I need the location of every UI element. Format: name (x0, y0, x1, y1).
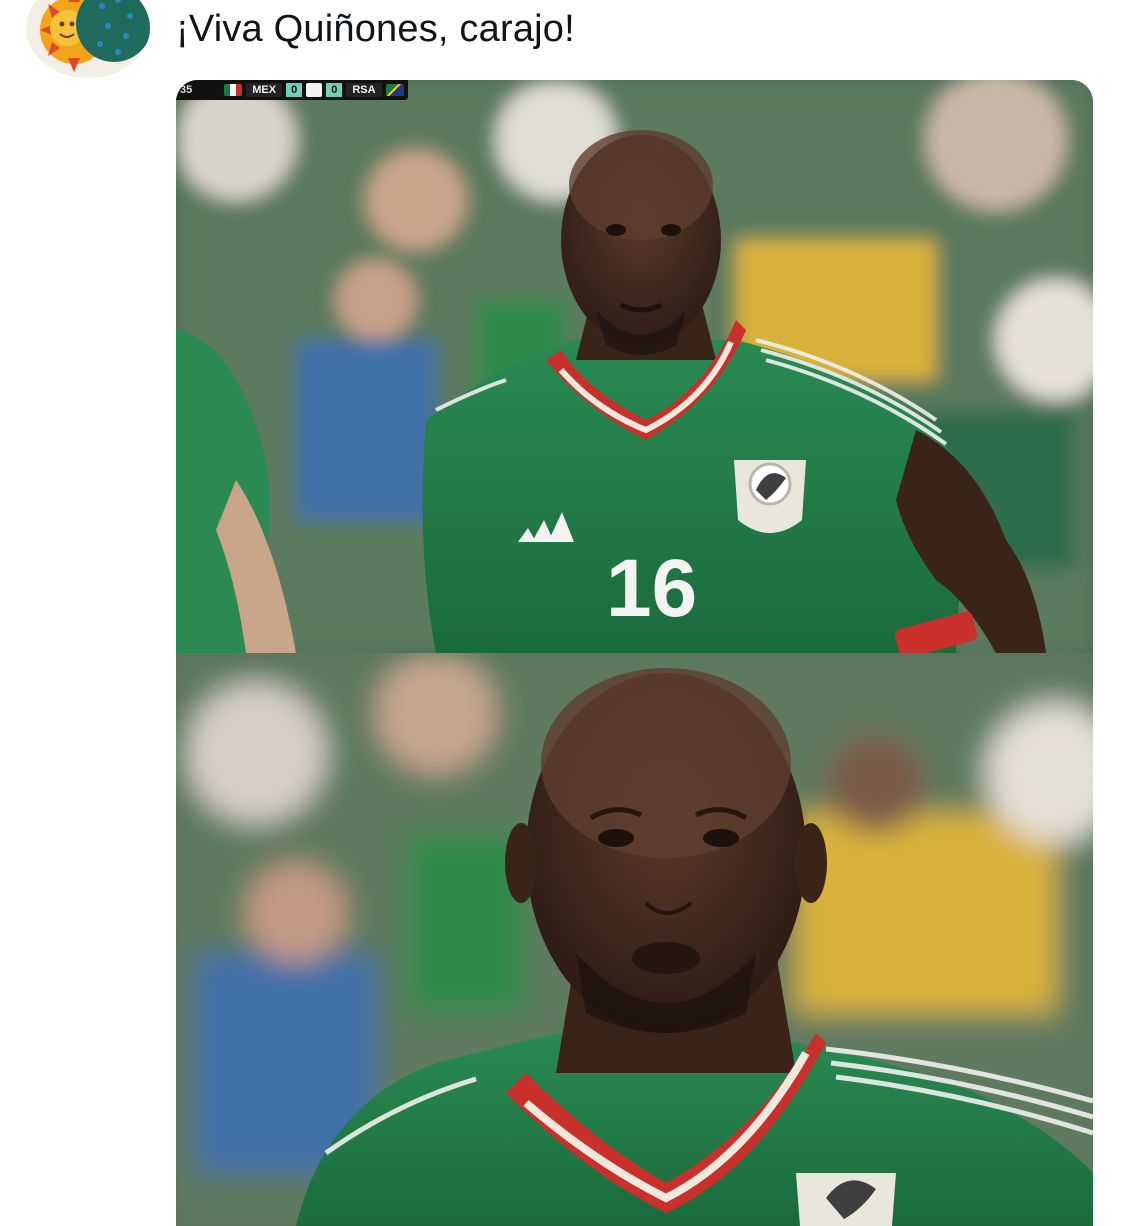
home-team: MEX (246, 83, 283, 97)
post-image[interactable]: 16 35 MEX 0 0 RSA (176, 80, 1093, 1226)
sun-and-globe-illustration-icon (40, 0, 150, 72)
away-score: 0 (326, 83, 343, 97)
meme-panel-top: 16 35 MEX 0 0 RSA (176, 80, 1093, 653)
jersey-number: 16 (606, 543, 698, 634)
post-text: ¡Viva Quiñones, carajo! (176, 8, 575, 50)
home-score: 0 (286, 83, 303, 97)
south-africa-flag-icon (385, 84, 404, 96)
match-clock: 35 (180, 84, 193, 96)
meme-panel-bottom (176, 653, 1093, 1226)
mexico-flag-icon (224, 84, 243, 96)
competition-logo-icon (306, 83, 323, 97)
post: ¡Viva Quiñones, carajo! 16 35 MEX 0 0 RS… (0, 0, 1125, 1226)
soccer-player-photo-bottom (176, 653, 1093, 1226)
scorebug: 35 MEX 0 0 RSA (176, 80, 408, 100)
mexico-crest-icon (796, 1173, 896, 1226)
away-team: RSA (346, 83, 382, 97)
mexico-crest-icon (734, 460, 806, 533)
avatar[interactable] (26, 0, 150, 78)
